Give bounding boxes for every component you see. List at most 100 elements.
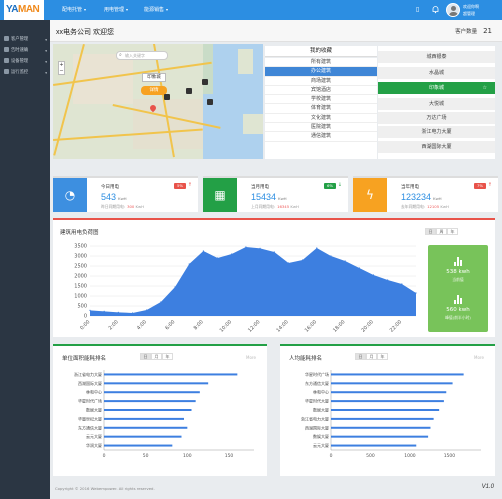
map-zoom-control[interactable]: + − <box>58 61 65 75</box>
building-item[interactable]: 水晶城 <box>378 67 495 79</box>
bar <box>104 444 173 447</box>
nav-power-custody[interactable]: 配电托管 ▾ <box>62 0 86 20</box>
list-item[interactable]: 体育建筑 <box>265 104 377 114</box>
monitor-icon <box>4 68 9 74</box>
load-chart-title: 建筑用电负荷图 <box>60 230 99 236</box>
zoom-out-button[interactable]: − <box>59 68 64 74</box>
data-point <box>259 247 261 249</box>
page-title: xx电务公司 欢迎您 <box>56 29 114 36</box>
building-marker-icon[interactable] <box>164 94 170 100</box>
y-tick-label: 3000 <box>74 254 87 260</box>
nav-energy-sales[interactable]: 能源销售 ▾ <box>144 0 168 20</box>
sidebar-item-customers[interactable]: 客户管理 ▾ <box>0 35 50 45</box>
tab-month[interactable]: 月 <box>151 353 162 360</box>
sidebar-item-monitoring[interactable]: 运行监控 ▾ <box>0 68 50 78</box>
x-tick-label: 10:00 <box>219 319 233 333</box>
tab-month[interactable]: 月 <box>366 353 377 360</box>
data-point <box>160 301 162 303</box>
sidebar-item-alerts[interactable]: 告时速确 ▾ <box>0 46 50 56</box>
tab-day[interactable]: 日 <box>140 353 151 360</box>
calendar-icon: ▦ <box>203 178 237 212</box>
bar <box>104 409 192 411</box>
y-tick-label: 1500 <box>74 284 87 290</box>
tab-year[interactable]: 年 <box>162 353 173 360</box>
building-item[interactable]: 印象城 ☆ <box>378 82 495 94</box>
area-rank-title: 单位面积能耗排名 <box>62 356 107 362</box>
tab-year[interactable]: 年 <box>377 353 388 360</box>
list-item[interactable]: 学校建筑 <box>265 95 377 105</box>
list-item[interactable]: 办公建筑 <box>265 67 377 77</box>
map-view[interactable] <box>53 44 263 159</box>
category-label: 数娱大厦 <box>86 407 102 413</box>
data-point <box>387 279 389 281</box>
x-tick-label: 22:00 <box>389 319 403 333</box>
bar <box>331 382 453 385</box>
more-link[interactable]: More <box>474 355 484 360</box>
per-capita-rank-chart: 华星时代广场东方通信大厦林和中心华星时代大厦数娱大厦浙江省电力大厦西湖国际大厦数… <box>301 370 481 459</box>
user-role[interactable]: 超管理 <box>463 11 475 17</box>
building-marker-icon[interactable] <box>202 79 208 85</box>
area-rank-tabs: 日 月 年 <box>140 353 173 360</box>
data-point <box>117 311 119 313</box>
bell-icon[interactable] <box>431 5 440 14</box>
category-label: 西湖国际大厦 <box>78 380 102 386</box>
data-point <box>146 309 148 311</box>
bar <box>331 391 447 394</box>
tab-day[interactable]: 日 <box>355 353 366 360</box>
building-item[interactable]: 浙江电力大厦 <box>378 126 495 138</box>
category-label: 浙江省电力大厦 <box>74 371 102 377</box>
category-label: 云元大厦 <box>313 442 329 448</box>
page-header <box>50 20 502 42</box>
x-tick-label: 0:00 <box>79 319 91 331</box>
list-item[interactable]: 商场建筑 <box>265 77 377 86</box>
building-list: 城西银泰 水晶城 印象城 ☆ 大悦城 万达广场 浙江电力大厦 西湖国际大厦 <box>378 46 495 159</box>
data-point <box>273 251 275 253</box>
gauge-icon: ◔ <box>53 178 87 212</box>
bar <box>331 417 434 420</box>
arrow-up-icon: ↑ <box>187 182 192 188</box>
list-item[interactable]: 通信建筑 <box>265 132 377 142</box>
search-icon: ⌕ <box>119 52 122 58</box>
favorites-list: 所有建筑 办公建筑 商场建筑 宾馆酒店 学校建筑 体育建筑 文化建筑 医院建筑 … <box>265 58 377 159</box>
x-tick-label: 1000 <box>404 453 416 459</box>
sidebar-item-devices[interactable]: 设备管理 ▾ <box>0 57 50 67</box>
list-item[interactable]: 文化建筑 <box>265 114 377 124</box>
data-point <box>216 257 219 259</box>
building-item[interactable]: 万达广场 <box>378 112 495 124</box>
list-item[interactable]: 医院建筑 <box>265 123 377 133</box>
category-label: 林和中心 <box>86 389 102 395</box>
category-label: 华星时代广场 <box>305 371 329 377</box>
star-icon[interactable]: ☆ <box>483 82 487 94</box>
phone-icon[interactable]: ▯ <box>413 5 422 14</box>
data-point <box>174 286 176 288</box>
bar-chart-icon <box>453 257 463 266</box>
x-tick-label: 2:00 <box>108 319 120 331</box>
data-point <box>245 246 247 248</box>
tab-year[interactable]: 年 <box>447 228 458 235</box>
list-item[interactable]: 所有建筑 <box>265 58 377 68</box>
bar <box>331 444 417 447</box>
category-label: 华量世纪大厦 <box>78 415 102 421</box>
peak-load-value: 560 kwh <box>446 307 470 313</box>
map-search-input[interactable]: ⌕ 输入关键字 <box>116 51 168 60</box>
building-item[interactable]: 城西银泰 <box>378 51 495 63</box>
building-marker-icon[interactable] <box>186 88 192 94</box>
user-avatar[interactable] <box>446 3 460 17</box>
nav-power-management[interactable]: 用电管理 ▾ <box>104 0 128 20</box>
x-tick-label: 0 <box>330 453 333 459</box>
x-tick-label: 14:00 <box>275 319 289 333</box>
more-link[interactable]: More <box>246 355 256 360</box>
area-rank-chart: 浙江省电力大厦西湖国际大厦林和中心华星时代广场数娱大厦华量世纪大厦东方通信大厦云… <box>74 370 254 459</box>
tab-day[interactable]: 日 <box>425 228 436 235</box>
logo[interactable]: YAMAN <box>4 0 44 20</box>
building-marker-icon[interactable] <box>207 99 213 105</box>
building-item[interactable]: 大悦城 <box>378 98 495 110</box>
category-label: 华润大厦 <box>86 442 102 448</box>
load-summary-box: 538 kwh 当前值 560 kwh 峰值(前半小时) <box>428 245 488 332</box>
building-item[interactable]: 西湖国际大厦 <box>378 141 495 153</box>
tab-week[interactable]: 周 <box>436 228 447 235</box>
data-point <box>131 312 134 314</box>
list-item[interactable]: 宾馆酒店 <box>265 86 377 96</box>
bar <box>104 435 182 438</box>
current-load-label: 当前值 <box>452 277 464 282</box>
